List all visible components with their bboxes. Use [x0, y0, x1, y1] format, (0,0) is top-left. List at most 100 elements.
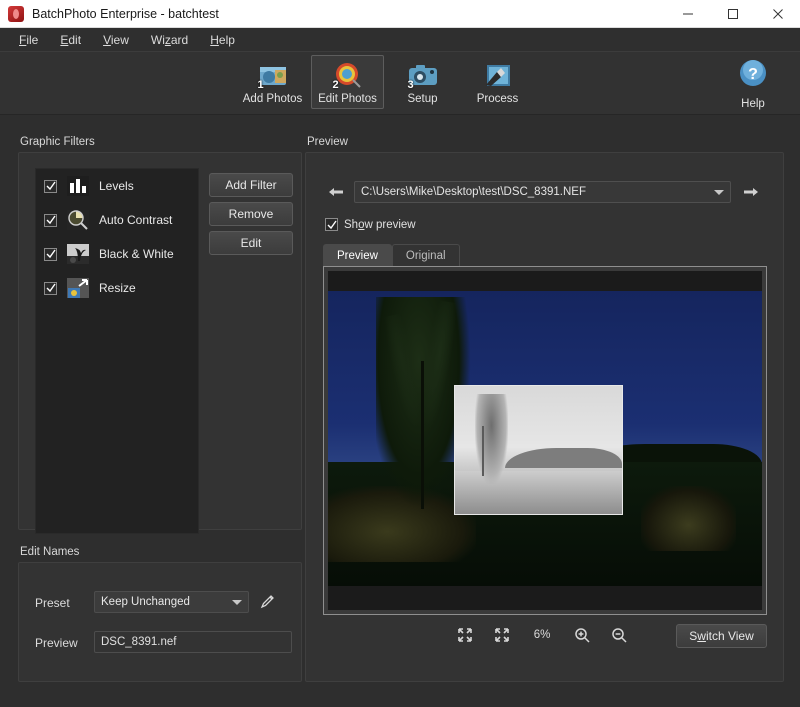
preview-canvas-frame: [323, 266, 767, 615]
menu-view[interactable]: View: [92, 30, 140, 50]
step-number-1: 1: [257, 79, 264, 91]
menu-file-rest: ile: [26, 32, 39, 47]
preview-name-value: DSC_8391.nef: [101, 636, 177, 648]
add-photos-icon: 1: [256, 60, 290, 91]
svg-text:?: ?: [748, 66, 758, 83]
show-preview-checkbox-box: [325, 218, 338, 231]
window-title: BatchPhoto Enterprise - batchtest: [32, 6, 219, 21]
toolbar-button-add-photos[interactable]: 1 Add Photos: [236, 55, 309, 109]
help-icon: ?: [737, 57, 769, 94]
toolbar-button-help[interactable]: ? Help: [724, 57, 782, 110]
toolbar-label-setup: Setup: [407, 93, 438, 105]
toolbar-label-help: Help: [741, 98, 765, 110]
preview-panel: C:\Users\Mike\Desktop\test\DSC_8391.NEF …: [305, 152, 784, 682]
edit-names-label: Edit Names: [20, 546, 80, 558]
chevron-down-icon: [232, 599, 242, 605]
chevron-down-icon: [714, 189, 724, 195]
step-number-3: 3: [407, 79, 414, 91]
toolbar-label-process: Process: [476, 93, 519, 105]
preview-path-value: C:\Users\Mike\Desktop\test\DSC_8391.NEF: [361, 186, 586, 198]
preview-zoom-bar: 6% Switch View: [323, 623, 767, 653]
filter-checkbox-auto-contrast[interactable]: [44, 213, 57, 227]
toolbar-steps: 1 Add Photos 2 Edit Photos 3 Setup Proce…: [236, 55, 534, 109]
menu-wizard[interactable]: Wizard: [140, 30, 199, 50]
inset-hill: [505, 447, 623, 469]
edit-photos-icon: 2: [331, 60, 365, 91]
arrow-right-icon[interactable]: [740, 181, 762, 203]
filter-row-black-and-white[interactable]: Black & White: [36, 237, 198, 271]
setup-icon: 3: [406, 60, 440, 91]
maximize-icon[interactable]: [710, 0, 755, 28]
toolbar-label-add-photos: Add Photos: [242, 93, 303, 105]
menubar: File Edit View Wizard Help: [0, 28, 800, 52]
filter-name-levels: Levels: [99, 179, 134, 193]
menu-help[interactable]: Help: [199, 30, 246, 50]
preview-photo: [328, 291, 762, 586]
filter-name-resize: Resize: [99, 281, 136, 295]
fit-to-window-icon[interactable]: [456, 626, 474, 644]
toolbar-button-edit-photos[interactable]: 2 Edit Photos: [311, 55, 384, 109]
filter-checkbox-levels[interactable]: [44, 179, 57, 193]
preview-path-combobox[interactable]: C:\Users\Mike\Desktop\test\DSC_8391.NEF: [354, 181, 731, 203]
menu-edit[interactable]: Edit: [49, 30, 92, 50]
inset-tree-trunk: [482, 426, 485, 477]
step-number-2: 2: [332, 79, 339, 91]
resize-icon: [66, 277, 90, 299]
filter-name-black-and-white: Black & White: [99, 247, 174, 261]
filter-row-levels[interactable]: Levels: [36, 169, 198, 203]
switch-view-button[interactable]: Switch View: [676, 624, 767, 648]
pencil-icon[interactable]: [259, 593, 276, 615]
photo-bush-right: [640, 485, 736, 551]
actual-size-icon[interactable]: [493, 626, 511, 644]
filter-list[interactable]: Levels Auto Contrast Black & White Resiz…: [35, 168, 199, 534]
arrow-left-icon[interactable]: [325, 181, 347, 203]
photo-tree-trunk: [420, 360, 424, 510]
main-area: Graphic Filters Levels Auto Contrast Bla…: [0, 116, 800, 707]
filter-checkbox-resize[interactable]: [44, 281, 57, 295]
preview-name-field[interactable]: DSC_8391.nef: [94, 631, 292, 653]
toolbar-button-process[interactable]: Process: [461, 55, 534, 109]
graphic-filters-panel: Levels Auto Contrast Black & White Resiz…: [18, 152, 302, 534]
titlebar: BatchPhoto Enterprise - batchtest: [0, 0, 800, 28]
close-icon[interactable]: [755, 0, 800, 28]
remove-filter-button[interactable]: Remove: [209, 202, 293, 226]
filter-checkbox-black-and-white[interactable]: [44, 247, 57, 261]
tab-preview[interactable]: Preview: [323, 244, 392, 267]
tab-original[interactable]: Original: [391, 244, 460, 267]
filter-row-resize[interactable]: Resize: [36, 271, 198, 305]
process-icon: [481, 60, 515, 90]
edit-filter-button[interactable]: Edit: [209, 231, 293, 255]
edit-names-panel: Preset Keep Unchanged Preview DSC_8391.n…: [18, 562, 302, 682]
preset-select[interactable]: Keep Unchanged: [94, 591, 249, 613]
show-preview-checkbox[interactable]: Show preview: [325, 218, 416, 231]
filter-name-auto-contrast: Auto Contrast: [99, 213, 173, 227]
window-controls: [665, 0, 800, 28]
preset-label: Preset: [35, 596, 70, 610]
toolbar-button-setup[interactable]: 3 Setup: [386, 55, 459, 109]
menu-edit-rest: dit: [68, 32, 82, 47]
graphic-filters-label: Graphic Filters: [20, 136, 95, 148]
zoom-level: 6%: [533, 629, 551, 641]
auto-contrast-icon: [66, 209, 90, 231]
menu-view-rest: iew: [110, 32, 129, 47]
preview-tabs: Preview Original: [323, 244, 460, 267]
preview-name-label: Preview: [35, 636, 78, 650]
menu-file[interactable]: File: [8, 30, 49, 50]
preview-canvas[interactable]: [328, 271, 762, 610]
zoom-in-icon[interactable]: [573, 626, 591, 644]
preset-value: Keep Unchanged: [101, 596, 190, 608]
black-and-white-icon: [66, 243, 90, 265]
zoom-out-icon[interactable]: [610, 626, 628, 644]
minimize-icon[interactable]: [665, 0, 710, 28]
toolbar: 1 Add Photos 2 Edit Photos 3 Setup Proce…: [0, 52, 800, 115]
add-filter-button[interactable]: Add Filter: [209, 173, 293, 197]
preview-label: Preview: [307, 136, 348, 148]
levels-icon: [66, 175, 90, 197]
filter-row-auto-contrast[interactable]: Auto Contrast: [36, 203, 198, 237]
zoom-tools: 6%: [456, 626, 628, 644]
toolbar-label-edit-photos: Edit Photos: [318, 93, 377, 105]
preview-filtered-inset: [453, 385, 624, 516]
inset-tree: [474, 394, 509, 484]
batchphoto-app-icon: [8, 5, 24, 22]
show-preview-label: Show preview: [344, 218, 416, 231]
